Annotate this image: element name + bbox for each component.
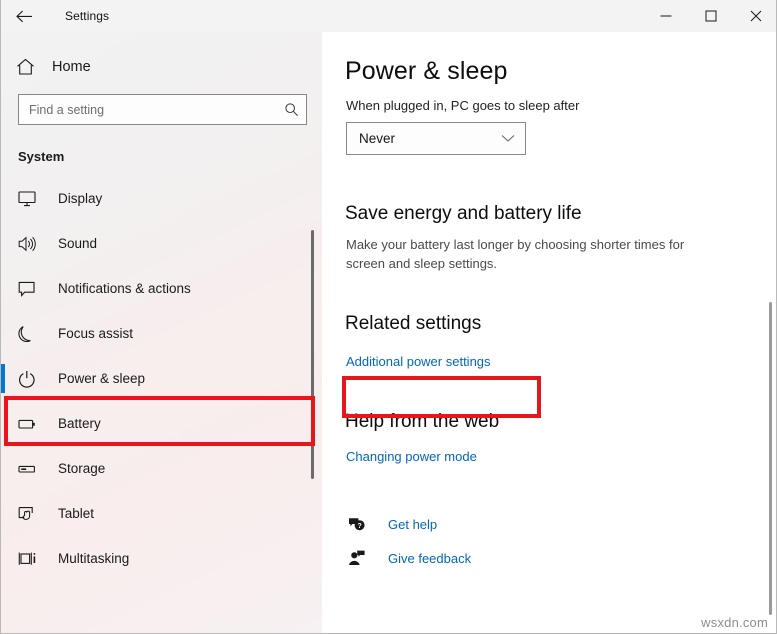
sidebar-item-sound[interactable]: Sound bbox=[1, 221, 322, 266]
search-input[interactable] bbox=[29, 102, 282, 117]
minimize-button[interactable] bbox=[643, 0, 688, 32]
sidebar-home-label: Home bbox=[52, 59, 91, 75]
save-energy-section: Save energy and battery life Make your b… bbox=[322, 203, 776, 273]
sidebar-item-label: Sound bbox=[58, 236, 98, 251]
storage-icon bbox=[18, 460, 46, 478]
search-icon[interactable] bbox=[282, 102, 300, 117]
sidebar-item-label: Notifications & actions bbox=[58, 281, 191, 296]
multitasking-icon bbox=[18, 550, 46, 568]
speaker-icon bbox=[18, 235, 46, 253]
settings-window: Settings Home Find a setting System Disp… bbox=[0, 0, 777, 634]
sidebar-item-home[interactable]: Home bbox=[1, 48, 322, 86]
sidebar-item-display[interactable]: Display bbox=[1, 176, 322, 221]
get-help-link[interactable]: Get help bbox=[388, 517, 437, 532]
sleep-timeout-value: Never bbox=[359, 131, 396, 146]
support-links: ? Get help Give feedback bbox=[322, 511, 776, 571]
monitor-icon bbox=[18, 190, 46, 208]
chevron-down-icon bbox=[501, 134, 515, 143]
sidebar-item-notifications-actions[interactable]: Notifications & actions bbox=[1, 266, 322, 311]
power-icon bbox=[18, 370, 46, 388]
sidebar-item-storage[interactable]: Storage bbox=[1, 446, 322, 491]
sleep-setting-label: When plugged in, PC goes to sleep after bbox=[346, 98, 580, 113]
additional-power-settings-link[interactable]: Additional power settings bbox=[346, 354, 491, 369]
sleep-timeout-dropdown[interactable]: Never bbox=[346, 122, 526, 155]
moon-icon bbox=[18, 325, 46, 343]
changing-power-mode-link[interactable]: Changing power mode bbox=[346, 449, 477, 464]
maximize-button[interactable] bbox=[688, 0, 733, 32]
sidebar-item-label: Battery bbox=[58, 416, 101, 431]
home-icon bbox=[16, 58, 46, 76]
battery-icon bbox=[18, 415, 46, 433]
related-settings-section: Related settings Additional power settin… bbox=[322, 313, 776, 371]
search-box[interactable] bbox=[18, 94, 307, 125]
sidebar-item-power-and-sleep[interactable]: Power & sleep bbox=[1, 356, 322, 401]
sidebar-nav: Display Sound Notifications & actions Fo… bbox=[1, 176, 322, 581]
sidebar-group-title: System bbox=[18, 149, 65, 164]
get-help-row[interactable]: ? Get help bbox=[346, 511, 776, 537]
sidebar-item-tablet[interactable]: Tablet bbox=[1, 491, 322, 536]
maximize-icon bbox=[705, 10, 717, 22]
help-from-web-section: Help from the web Changing power mode bbox=[322, 411, 776, 466]
window-title: Settings bbox=[65, 9, 110, 23]
give-feedback-icon bbox=[346, 550, 368, 566]
sidebar: Home System Displ bbox=[1, 32, 322, 633]
close-icon bbox=[750, 10, 762, 22]
sidebar-item-label: Display bbox=[58, 191, 103, 206]
related-settings-heading: Related settings bbox=[345, 313, 482, 334]
sidebar-item-label: Storage bbox=[58, 461, 106, 476]
sidebar-item-label: Focus assist bbox=[58, 326, 134, 341]
sidebar-item-label: Multitasking bbox=[58, 551, 130, 566]
main-content: Power & sleep When plugged in, PC goes t… bbox=[322, 32, 776, 633]
help-from-web-heading: Help from the web bbox=[345, 411, 500, 432]
main-scrollbar-thumb[interactable] bbox=[769, 302, 772, 615]
title-bar-left: Settings bbox=[1, 0, 109, 32]
sidebar-item-focus-assist[interactable]: Focus assist bbox=[1, 311, 322, 356]
back-arrow-icon bbox=[15, 10, 33, 23]
get-help-icon: ? bbox=[346, 516, 368, 532]
minimize-icon bbox=[660, 10, 672, 22]
title-bar: Settings bbox=[1, 0, 776, 32]
close-button[interactable] bbox=[733, 0, 776, 32]
page-title: Power & sleep bbox=[345, 57, 508, 85]
save-energy-body: Make your battery last longer by choosin… bbox=[346, 237, 685, 271]
sidebar-item-label: Tablet bbox=[58, 506, 95, 521]
sidebar-scrollbar-thumb[interactable] bbox=[311, 230, 314, 479]
back-button[interactable] bbox=[1, 0, 47, 32]
svg-text:?: ? bbox=[357, 523, 361, 530]
tablet-icon bbox=[18, 505, 46, 523]
sidebar-item-label: Power & sleep bbox=[58, 371, 146, 386]
chat-bubble-icon bbox=[18, 280, 46, 298]
give-feedback-link[interactable]: Give feedback bbox=[388, 551, 471, 566]
window-controls bbox=[643, 0, 776, 32]
save-energy-heading: Save energy and battery life bbox=[345, 203, 582, 224]
sidebar-item-multitasking[interactable]: Multitasking bbox=[1, 536, 322, 581]
watermark: wsxdn.com bbox=[701, 615, 768, 630]
sidebar-item-battery[interactable]: Battery bbox=[1, 401, 322, 446]
give-feedback-row[interactable]: Give feedback bbox=[346, 545, 776, 571]
